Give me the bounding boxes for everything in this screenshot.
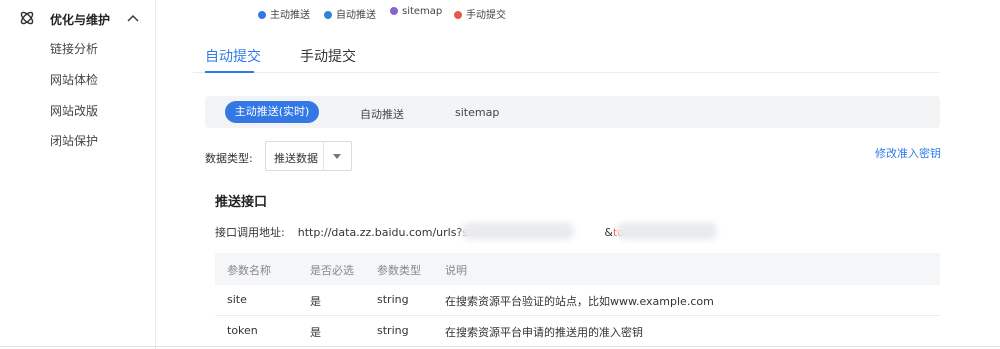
ampersand: &: [604, 226, 613, 239]
page-bottom-border: [0, 346, 1000, 347]
legend-dot-icon: [454, 11, 462, 19]
tab-manual-submit[interactable]: 手动提交: [300, 46, 356, 66]
subtab-sitemap[interactable]: sitemap: [455, 106, 499, 119]
api-url-label: 接口调用地址:: [215, 226, 285, 239]
subtab-active-push-realtime[interactable]: 主动推送(实时): [225, 101, 319, 123]
subtab-auto-push[interactable]: 自动推送: [360, 106, 404, 122]
redacted-site-value: [462, 222, 574, 240]
table-cell: string: [377, 324, 409, 337]
table-cell: site: [227, 293, 247, 306]
legend-item-auto-push[interactable]: 自动推送: [324, 6, 376, 21]
sidebar: 优化与维护 链接分析 网站体检 网站改版 闭站保护: [0, 0, 156, 349]
data-type-value: 推送数据: [274, 152, 318, 165]
legend-dot-icon: [390, 7, 398, 15]
sidebar-group-header[interactable]: 优化与维护: [0, 8, 155, 30]
col-header-param-name: 参数名称: [227, 264, 271, 277]
sidebar-item-site-check[interactable]: 网站体检: [50, 71, 98, 88]
table-cell: string: [377, 293, 409, 306]
tab-auto-submit[interactable]: 自动提交: [205, 46, 261, 66]
table-cell: token: [227, 324, 258, 337]
legend-dot-icon: [258, 11, 266, 19]
legend-dot-icon: [324, 11, 332, 19]
redacted-token-value: [617, 222, 717, 240]
section-title: 推送接口: [215, 195, 268, 210]
api-url-prefix: http://data.zz.baidu.com/urls?: [297, 226, 463, 239]
legend-item-manual-submit[interactable]: 手动提交: [454, 6, 506, 21]
legend-item-sitemap[interactable]: sitemap: [390, 6, 442, 17]
data-type-select[interactable]: 推送数据: [265, 141, 352, 171]
sidebar-item-site-close-protection[interactable]: 闭站保护: [50, 132, 98, 149]
optimize-icon: [18, 9, 36, 27]
legend-item-active-push[interactable]: 主动推送: [258, 6, 310, 21]
chevron-up-icon[interactable]: [126, 12, 140, 24]
col-header-required: 是否必选: [310, 264, 354, 277]
caret-down-icon: [333, 154, 341, 159]
sidebar-item-site-revision[interactable]: 网站改版: [50, 102, 98, 119]
sidebar-item-link-analysis[interactable]: 链接分析: [50, 40, 98, 57]
tabs-divider: [193, 72, 940, 73]
modify-token-link[interactable]: 修改准入密钥: [875, 145, 941, 161]
table-cell: 是: [310, 326, 321, 339]
table-row-divider: [215, 315, 940, 316]
col-header-param-type: 参数类型: [377, 264, 421, 277]
table-cell: 在搜索资源平台申请的推送用的准入密钥: [445, 326, 643, 339]
select-divider: [323, 142, 324, 170]
data-type-label: 数据类型:: [205, 152, 253, 165]
col-header-description: 说明: [445, 264, 467, 277]
api-url-row: 接口调用地址: http://data.zz.baidu.com/urls?si…: [215, 224, 653, 240]
active-tab-underline: [205, 71, 254, 73]
sidebar-group-title: 优化与维护: [50, 13, 111, 27]
table-cell: 在搜索资源平台验证的站点，比如www.example.com: [445, 295, 714, 308]
table-cell: 是: [310, 295, 321, 308]
